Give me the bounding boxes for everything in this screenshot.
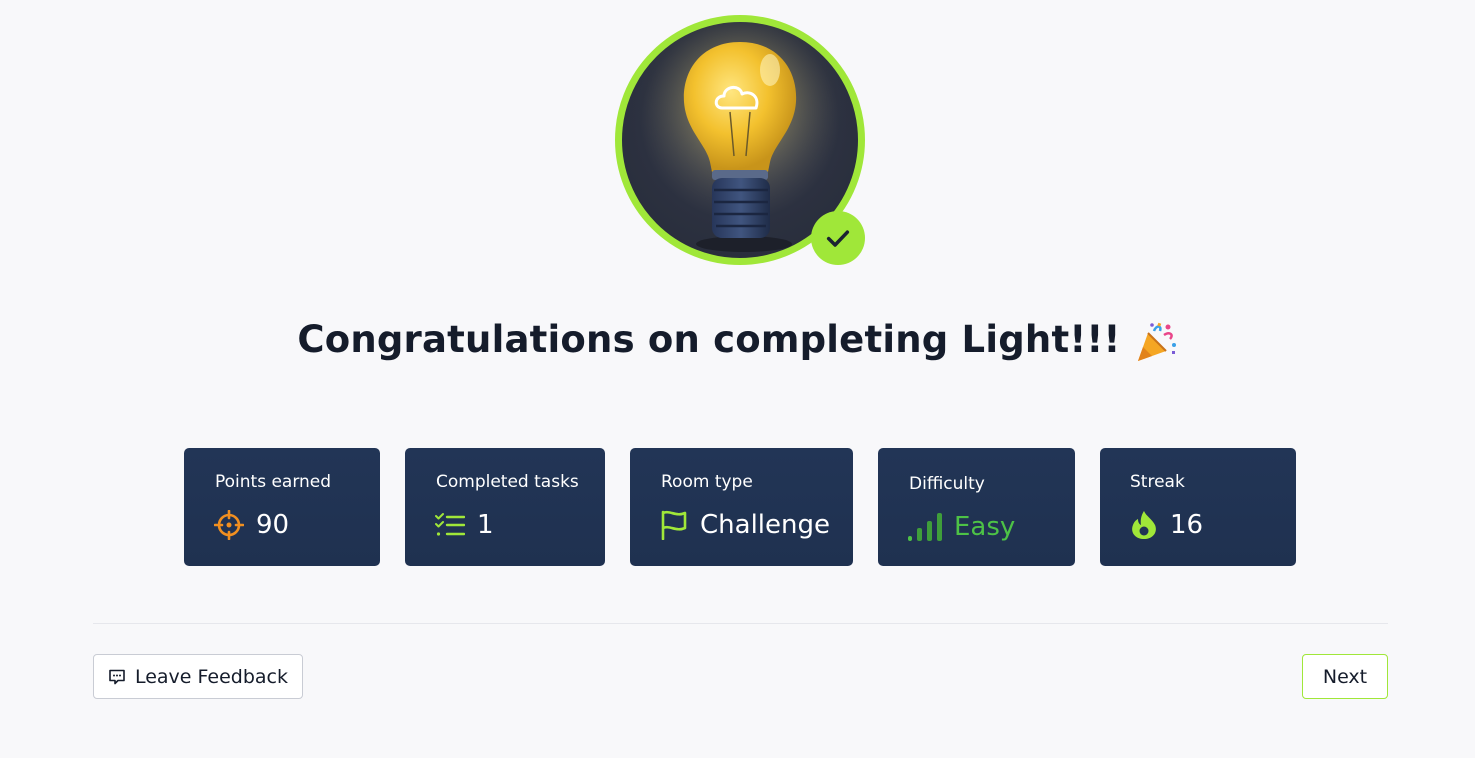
stat-label: Room type [661, 472, 753, 492]
stat-card-completed-tasks: Completed tasks 1 [405, 448, 605, 566]
completed-check-badge [811, 211, 865, 265]
party-popper-icon [1134, 321, 1178, 367]
room-badge [615, 15, 865, 265]
stat-card-room-type: Room type Challenge [630, 448, 853, 566]
stat-value: Easy [954, 512, 1016, 542]
target-icon [214, 510, 244, 540]
stat-label: Completed tasks [436, 472, 579, 492]
stat-value: 16 [1170, 510, 1204, 540]
page-title: Congratulations on completing Light!!! [297, 318, 1121, 361]
completion-heading: Congratulations on completing Light!!! [0, 318, 1475, 371]
leave-feedback-button[interactable]: Leave Feedback [93, 654, 303, 699]
flame-icon [1130, 510, 1158, 540]
signal-bars-icon [908, 512, 942, 542]
task-list-icon [435, 512, 465, 538]
flag-icon [660, 510, 688, 540]
stat-label: Streak [1130, 472, 1185, 492]
stat-card-difficulty: Difficulty Easy [878, 448, 1075, 566]
room-completion-page: Congratulations on completing Light!!! P… [0, 0, 1475, 758]
stat-card-streak: Streak 16 [1100, 448, 1296, 566]
check-icon [826, 230, 850, 247]
feedback-icon [108, 668, 126, 686]
stat-label: Difficulty [909, 474, 985, 494]
stat-value: 90 [256, 510, 290, 540]
stat-value: 1 [477, 510, 494, 540]
leave-feedback-label: Leave Feedback [134, 665, 289, 688]
next-button[interactable]: Next [1302, 654, 1388, 699]
next-button-label: Next [1322, 665, 1368, 688]
stat-card-points: Points earned 90 [184, 448, 380, 566]
stat-value: Challenge [700, 510, 830, 540]
footer-divider [93, 623, 1388, 624]
stat-label: Points earned [215, 472, 332, 492]
